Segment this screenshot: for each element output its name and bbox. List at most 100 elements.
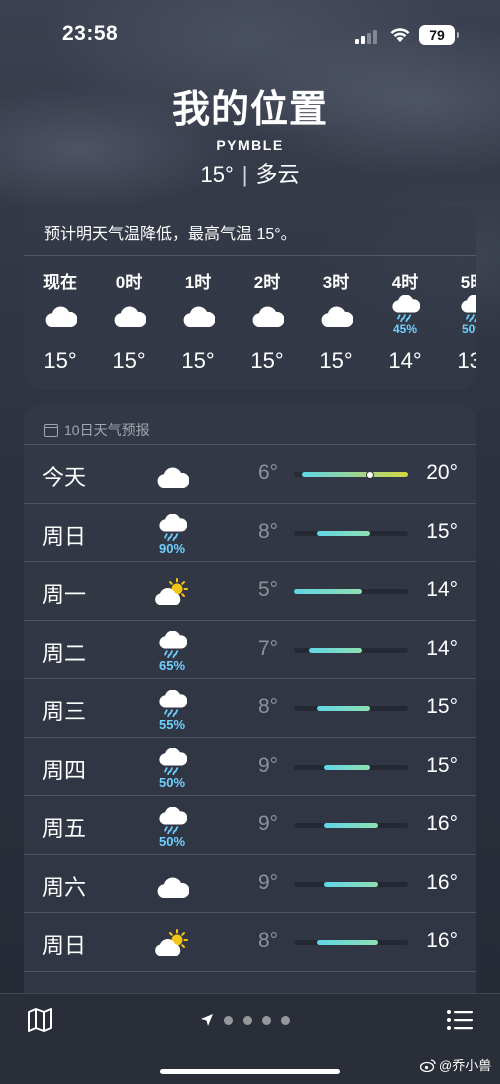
status-bar: 23:58 79 bbox=[0, 20, 500, 50]
cloud-icon bbox=[99, 292, 159, 338]
hour-label: 3时 bbox=[322, 273, 350, 292]
daily-row[interactable]: 周六 9° 16° bbox=[24, 853, 476, 912]
low-temp: 9° bbox=[258, 753, 279, 777]
high-temp: 14° bbox=[426, 578, 458, 601]
rain-icon: 55% bbox=[150, 685, 194, 735]
location-title: 我的位置 bbox=[171, 89, 328, 131]
hour-temp: 15° bbox=[181, 348, 215, 373]
daily-row[interactable]: 周一 5° 14° bbox=[24, 561, 476, 619]
high-temp: 16° bbox=[426, 929, 458, 952]
precip-chance: 55% bbox=[158, 716, 186, 732]
high-temp: 15° bbox=[426, 519, 458, 543]
high-temp: 20° bbox=[426, 461, 458, 484]
day-label: 周四 bbox=[42, 757, 87, 783]
hour-label: 现在 bbox=[43, 273, 77, 292]
bottom-toolbar: @乔小兽 bbox=[0, 993, 500, 1084]
hourly-forecast-card[interactable]: 预计明天气温降低，最高气温 15°。 现在 15° 0时 15° 1时 15° 2时 15° 3… bbox=[24, 206, 476, 390]
hour-item: 4时 45% 14° bbox=[375, 268, 435, 374]
temp-range-bar bbox=[294, 940, 408, 945]
temp-range-bar bbox=[294, 470, 408, 479]
current-temp-marker bbox=[366, 470, 374, 479]
daily-row[interactable]: 周三 55% 8° 15° bbox=[24, 678, 476, 736]
high-temp: 15° bbox=[426, 695, 458, 718]
rain-icon: 50% bbox=[150, 744, 194, 794]
daily-row[interactable]: 周二 65% 7° 14° bbox=[24, 619, 476, 678]
rain-icon: 50% bbox=[444, 292, 476, 338]
temp-range-fill bbox=[316, 530, 370, 536]
cloud-icon bbox=[306, 292, 366, 338]
temp-range-fill bbox=[294, 589, 363, 594]
day-label: 周一 bbox=[42, 582, 87, 607]
temp-range-bar bbox=[294, 764, 408, 770]
daily-forecast-card[interactable]: 10日天气预报 今天 6° 20° 周日 90% 8° 15° 周一 5° 14° 周二 65% 7° 1… bbox=[24, 404, 476, 1084]
battery-indicator: 79 bbox=[419, 25, 459, 45]
daily-row[interactable]: 周四 50% 9° 15° bbox=[24, 736, 476, 795]
location-suburb: PYMBLE bbox=[216, 137, 284, 153]
home-indicator[interactable] bbox=[160, 1069, 340, 1074]
temp-range-fill bbox=[309, 647, 363, 653]
low-temp: 5° bbox=[258, 578, 279, 601]
hour-item: 现在 15° bbox=[30, 268, 90, 374]
hour-item: 1时 15° bbox=[168, 268, 228, 374]
cellular-signal-icon bbox=[355, 28, 381, 44]
watermark: @乔小兽 bbox=[420, 1055, 491, 1074]
low-temp: 8° bbox=[258, 695, 279, 718]
daily-row[interactable]: 周日 8° 16° bbox=[24, 912, 476, 970]
hour-temp: 15° bbox=[43, 348, 77, 373]
cloud-icon bbox=[30, 292, 90, 338]
temp-range-fill bbox=[316, 706, 370, 711]
hour-label: 0时 bbox=[115, 273, 143, 292]
map-icon[interactable] bbox=[26, 1006, 54, 1034]
current-temp: 15° bbox=[200, 162, 234, 187]
high-temp: 16° bbox=[426, 870, 458, 894]
hour-item: 3时 15° bbox=[306, 268, 366, 374]
low-temp: 8° bbox=[258, 519, 279, 543]
temp-range-bar bbox=[294, 823, 408, 828]
cloud-icon bbox=[150, 861, 194, 911]
location-header: 我的位置 PYMBLE 15° | 多云 bbox=[0, 78, 500, 189]
temp-range-fill bbox=[324, 823, 378, 828]
low-temp: 9° bbox=[258, 870, 279, 894]
daily-header: 10日天气预报 bbox=[24, 404, 476, 444]
day-label: 周三 bbox=[42, 699, 87, 724]
list-icon[interactable] bbox=[446, 1008, 474, 1032]
page-dot[interactable] bbox=[281, 1015, 290, 1025]
daily-row[interactable]: 周五 50% 9° 16° bbox=[24, 795, 476, 853]
rain-icon: 50% bbox=[150, 802, 194, 852]
hour-temp: 14° bbox=[388, 348, 422, 373]
current-conditions: 15° | 多云 bbox=[0, 157, 500, 189]
precip-chance: 50% bbox=[461, 321, 476, 336]
day-label: 周日 bbox=[42, 933, 87, 958]
page-dot[interactable] bbox=[224, 1015, 233, 1025]
hour-temp: 15° bbox=[319, 348, 353, 373]
cloud-icon bbox=[150, 451, 194, 501]
daily-header-label: 10日天气预报 bbox=[64, 422, 150, 438]
hour-temp: 13° bbox=[457, 348, 476, 373]
rain-icon: 90% bbox=[150, 510, 194, 560]
cloud-icon bbox=[237, 292, 297, 338]
day-label: 周日 bbox=[42, 523, 87, 549]
location-arrow-icon bbox=[201, 1014, 213, 1026]
calendar-icon bbox=[44, 423, 58, 437]
partly-sunny-icon bbox=[150, 568, 194, 618]
page-indicator[interactable] bbox=[200, 1013, 290, 1027]
temp-range-bar bbox=[294, 706, 408, 711]
hourly-list[interactable]: 现在 15° 0时 15° 1时 15° 2时 15° 3时 15° 4时 45% 14° 5时 50% 13… bbox=[24, 268, 476, 388]
low-temp: 8° bbox=[258, 929, 279, 952]
hour-temp: 15° bbox=[250, 348, 284, 373]
page-dot[interactable] bbox=[262, 1015, 271, 1025]
status-time: 23:58 bbox=[62, 22, 119, 45]
daily-row[interactable]: 周日 90% 8° 15° bbox=[24, 502, 476, 561]
precip-chance: 45% bbox=[392, 321, 418, 336]
hour-label: 2时 bbox=[253, 273, 281, 292]
precip-chance: 50% bbox=[158, 775, 186, 790]
partly-sunny-icon bbox=[150, 919, 194, 969]
high-temp: 14° bbox=[426, 636, 458, 660]
low-temp: 6° bbox=[258, 461, 279, 484]
forecast-summary: 预计明天气温降低，最高气温 15°。 bbox=[24, 206, 476, 256]
daily-row[interactable]: 今天 6° 20° bbox=[24, 444, 476, 502]
high-temp: 16° bbox=[426, 812, 458, 835]
watermark-text: @乔小兽 bbox=[439, 1058, 492, 1073]
high-temp: 15° bbox=[426, 753, 458, 777]
page-dot[interactable] bbox=[243, 1015, 252, 1025]
